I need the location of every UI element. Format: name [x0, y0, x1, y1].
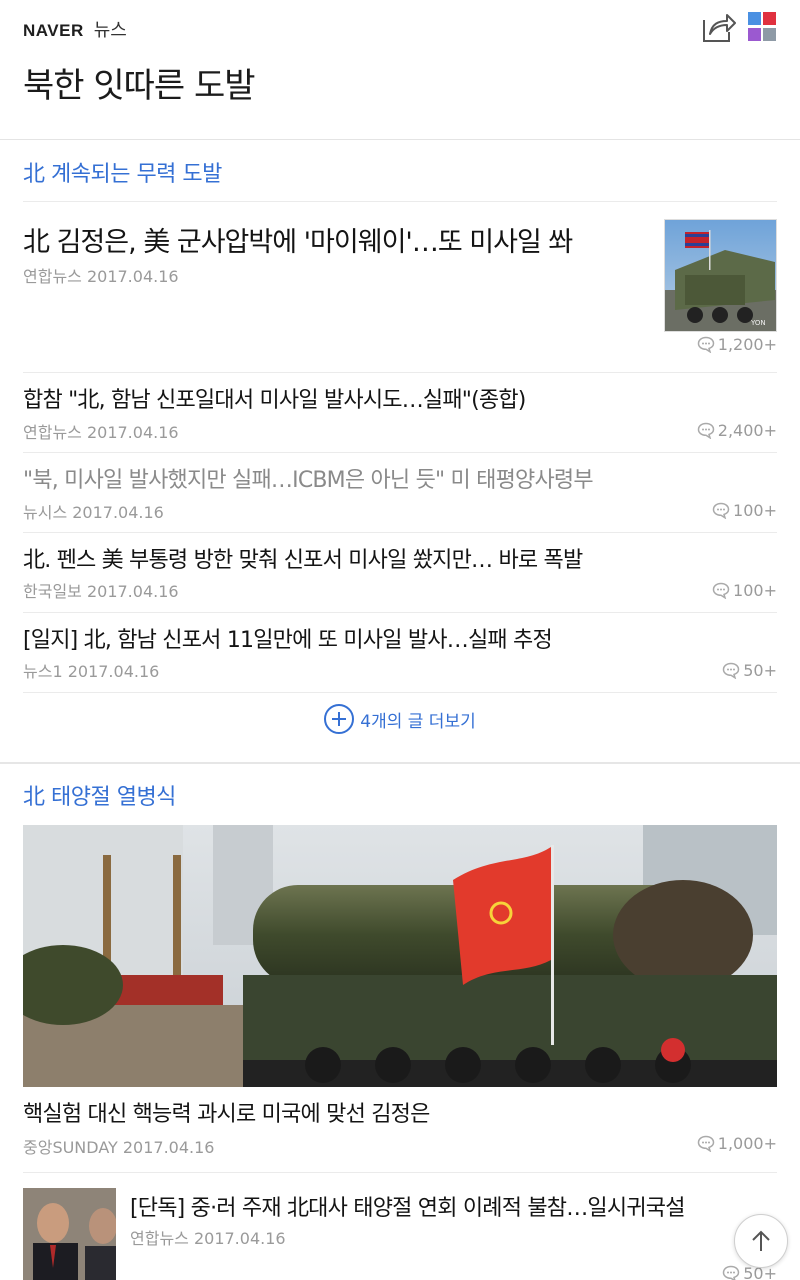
divider	[23, 692, 777, 693]
divider	[23, 612, 777, 613]
article-thumbnail[interactable]	[23, 1188, 116, 1280]
comment-bubble-icon	[697, 336, 715, 353]
comment-count-text: 1,000+	[717, 1134, 777, 1153]
section-title-1[interactable]: 北 계속되는 무력 도발	[23, 156, 222, 188]
article-hero-image[interactable]	[23, 825, 777, 1087]
article-source: 연합뉴스 2017.04.16	[23, 267, 179, 286]
grid-cell-blue	[748, 12, 761, 25]
article-source: 연합뉴스 2017.04.16	[23, 423, 179, 442]
article-title[interactable]: 北 김정은, 美 군사압박에 '마이웨이'…또 미사일 쏴	[23, 220, 573, 259]
more-articles-label: 4개의 글 더보기	[360, 711, 476, 732]
comment-bubble-icon	[697, 422, 715, 439]
comment-count[interactable]: 1,000+	[697, 1134, 777, 1153]
article-title[interactable]: 핵실험 대신 핵능력 과시로 미국에 맞선 김정은	[23, 1096, 430, 1128]
article-title-visited[interactable]: "북, 미사일 발사했지만 실패…ICBM은 아닌 듯" 미 태평양사령부	[23, 462, 594, 494]
section-title-2[interactable]: 北 태양절 열병식	[23, 779, 176, 811]
article-source: 뉴시스 2017.04.16	[23, 503, 164, 522]
page-title: 북한 잇따른 도발	[23, 66, 256, 106]
grid-cell-red	[763, 12, 776, 25]
news-label[interactable]: 뉴스	[94, 16, 127, 42]
comment-count[interactable]: 1,200+	[697, 335, 777, 354]
comment-bubble-icon	[697, 1135, 715, 1152]
section-separator	[0, 762, 800, 764]
article-source: 중앙SUNDAY 2017.04.16	[23, 1138, 215, 1157]
plus-circle-icon	[324, 704, 355, 734]
comment-count[interactable]: 100+	[712, 501, 777, 520]
app-header: NAVER 뉴스 북한 잇따른 도발	[0, 0, 800, 140]
divider	[23, 452, 777, 453]
comment-count-text: 50+	[743, 661, 777, 680]
comment-bubble-icon	[722, 1265, 740, 1280]
comment-bubble-icon	[712, 502, 730, 519]
comment-count[interactable]: 100+	[712, 581, 777, 600]
arrow-up-icon	[752, 1230, 770, 1251]
divider	[23, 201, 777, 202]
comment-count-text: 1,200+	[717, 335, 777, 354]
divider	[23, 1172, 777, 1173]
comment-count[interactable]: 2,400+	[697, 421, 777, 440]
article-source: 한국일보 2017.04.16	[23, 582, 179, 601]
divider	[23, 372, 777, 373]
grid-cell-gray	[763, 28, 776, 41]
divider	[23, 532, 777, 533]
grid-cell-purple	[748, 28, 761, 41]
naver-logo[interactable]: NAVER	[23, 21, 84, 41]
scroll-top-button[interactable]	[734, 1214, 788, 1268]
article-title[interactable]: [단독] 중·러 주재 北대사 태양절 연회 이례적 불참…일시귀국설	[130, 1190, 685, 1222]
article-title[interactable]: [일지] 北, 함남 신포서 11일만에 또 미사일 발사…실패 추정	[23, 622, 553, 654]
more-articles-button[interactable]: 4개의 글 더보기	[0, 704, 800, 734]
comment-count-text: 100+	[733, 581, 777, 600]
comment-bubble-icon	[722, 662, 740, 679]
svg-text:YON: YON	[750, 319, 766, 327]
share-icon[interactable]	[700, 10, 736, 44]
grid-menu-icon[interactable]	[748, 12, 778, 42]
article-title[interactable]: 합참 "北, 함남 신포일대서 미사일 발사시도…실패"(종합)	[23, 382, 526, 414]
comment-count-text: 2,400+	[717, 421, 777, 440]
comment-count[interactable]: 50+	[722, 661, 777, 680]
article-source: 뉴스1 2017.04.16	[23, 662, 160, 681]
comment-count-text: 100+	[733, 501, 777, 520]
article-title[interactable]: 北. 펜스 美 부통령 방한 맞춰 신포서 미사일 쐈지만… 바로 폭발	[23, 542, 583, 574]
comment-bubble-icon	[712, 582, 730, 599]
brand[interactable]: NAVER 뉴스	[23, 16, 127, 42]
article-thumbnail[interactable]: YON	[664, 219, 777, 332]
article-source: 연합뉴스 2017.04.16	[130, 1229, 286, 1248]
